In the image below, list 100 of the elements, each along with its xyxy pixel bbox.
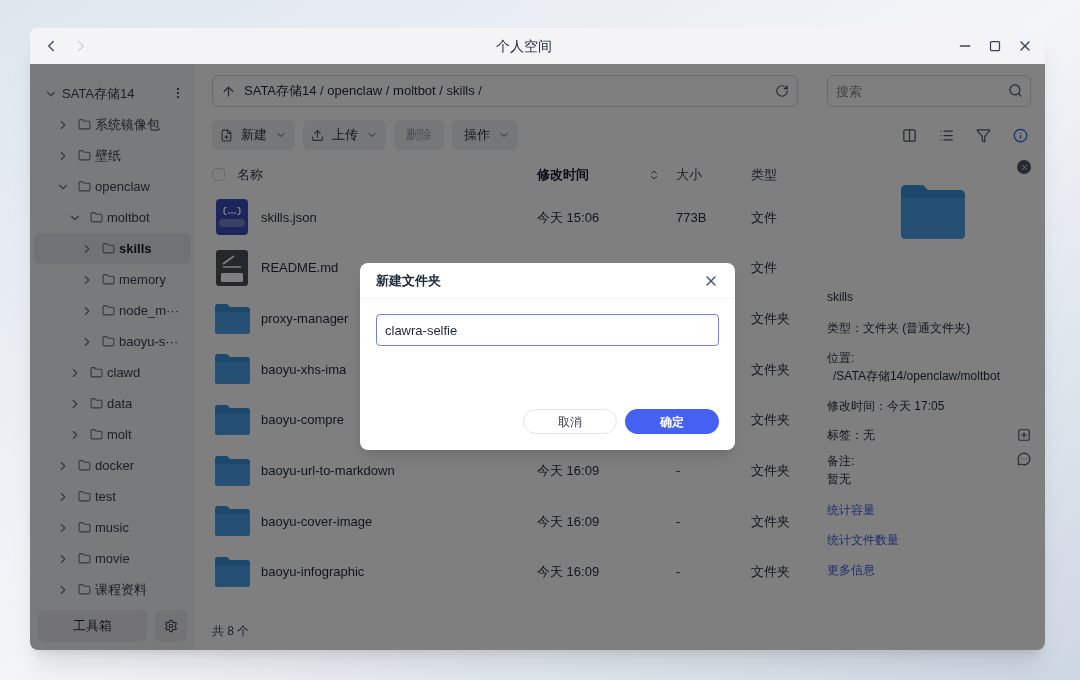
- folder-icon: [213, 505, 251, 538]
- info-label: 备注:: [827, 453, 855, 470]
- folder-icon: [78, 118, 91, 131]
- close-panel-icon[interactable]: [1017, 160, 1031, 174]
- file-size: -: [676, 462, 682, 481]
- tree-item[interactable]: skills: [34, 233, 191, 264]
- toolbar-button[interactable]: 上传: [303, 120, 386, 150]
- folder-icon: [899, 184, 967, 240]
- file-type: 文件夹: [751, 462, 790, 481]
- file-size: 773B: [676, 208, 708, 227]
- column-header[interactable]: 名称: [237, 164, 263, 185]
- file-type: 文件夹: [751, 309, 790, 328]
- column-header[interactable]: 类型: [751, 164, 777, 185]
- folder-name-input[interactable]: clawra-selfie: [376, 314, 719, 346]
- folder-icon: [102, 335, 115, 348]
- folder-icon: [213, 353, 251, 386]
- folder-icon: [102, 242, 115, 255]
- tree-item[interactable]: data: [34, 388, 191, 419]
- folder-icon: [78, 459, 91, 472]
- folder-icon: [90, 211, 103, 224]
- folder-icon: [213, 404, 251, 437]
- file-name[interactable]: proxy-manager: [261, 308, 349, 329]
- folder-icon: [90, 428, 103, 441]
- gear-icon: [164, 619, 178, 633]
- comment-icon[interactable]: [1017, 452, 1031, 466]
- tree-item[interactable]: SATA存储14: [34, 78, 191, 109]
- folder-icon: [102, 304, 115, 317]
- tree-item[interactable]: music: [34, 512, 191, 543]
- modified-time: 今天 16:09: [537, 462, 601, 481]
- maximize-icon[interactable]: [989, 40, 1001, 52]
- toolbox-button[interactable]: 工具箱: [38, 610, 147, 642]
- tree-item[interactable]: molt: [34, 419, 191, 450]
- tree-item[interactable]: memory: [34, 264, 191, 295]
- list-view-icon[interactable]: [939, 127, 954, 143]
- folder-icon: [78, 180, 91, 193]
- path-bar[interactable]: SATA存储14 / openclaw / moltbot / skills /: [212, 75, 798, 107]
- dialog-title: 新建文件夹: [376, 271, 441, 290]
- folder-icon: [213, 556, 251, 589]
- tree-item[interactable]: node_m···: [34, 295, 191, 326]
- file-type: 文件夹: [751, 563, 790, 582]
- add-tag-icon[interactable]: [1017, 428, 1031, 442]
- folder-icon: [90, 366, 103, 379]
- file-size: -: [676, 512, 682, 531]
- info-label: 位置:: [827, 350, 856, 367]
- sort-icon: [648, 168, 660, 181]
- info-location: /SATA存储14/openclaw/moltbot: [832, 368, 1001, 385]
- refresh-icon[interactable]: [775, 84, 789, 98]
- folder-icon: [78, 552, 91, 565]
- tree-item[interactable]: baoyu-s···: [34, 326, 191, 357]
- tree-item[interactable]: test: [34, 481, 191, 512]
- file-type: 文件夹: [751, 411, 790, 430]
- modified-time: 今天 16:09: [537, 563, 601, 582]
- file-name[interactable]: baoyu-cover-image: [261, 511, 373, 532]
- info-link[interactable]: 统计容量: [827, 501, 1031, 519]
- path-text: SATA存储14 / openclaw / moltbot / skills /: [244, 82, 482, 101]
- folder-icon: [78, 583, 91, 596]
- search-field[interactable]: 搜索: [827, 75, 1031, 107]
- folder-icon: [213, 454, 251, 487]
- folder-icon: [102, 273, 115, 286]
- file-type: 文件夹: [751, 360, 790, 379]
- folder-icon: [78, 149, 91, 162]
- file-name[interactable]: baoyu-xhs-ima: [261, 359, 347, 380]
- tree-item[interactable]: 系统镜像包: [34, 109, 191, 140]
- new-file-icon: [220, 128, 233, 142]
- modified-time: 今天 15:06: [537, 208, 601, 227]
- toolbar-button[interactable]: 新建: [212, 120, 295, 150]
- file-name[interactable]: README.md: [261, 258, 339, 278]
- settings-button[interactable]: [155, 610, 187, 642]
- info-icon[interactable]: [1013, 127, 1028, 143]
- modified-time: 今天 16:09: [537, 512, 601, 531]
- toolbar-button[interactable]: 操作: [452, 120, 518, 150]
- file-type: 文件: [751, 259, 777, 278]
- tree-item[interactable]: 壁纸: [34, 140, 191, 171]
- column-header[interactable]: 大小: [676, 164, 751, 185]
- tree-item[interactable]: 课程资料: [34, 574, 191, 605]
- file-name[interactable]: skills.json: [261, 207, 317, 228]
- markdown-file-icon: [216, 250, 248, 287]
- file-name[interactable]: baoyu-infographic: [261, 562, 365, 582]
- file-size: -: [676, 563, 682, 582]
- confirm-button[interactable]: 确定: [625, 409, 719, 434]
- tree-item[interactable]: movie: [34, 543, 191, 574]
- tree-item[interactable]: docker: [34, 450, 191, 481]
- tree-item[interactable]: openclaw: [34, 171, 191, 202]
- file-name[interactable]: baoyu-url-to-markdown: [261, 461, 395, 481]
- folder-icon: [78, 521, 91, 534]
- file-type: 文件夹: [751, 512, 790, 531]
- tree-item[interactable]: clawd: [34, 357, 191, 388]
- upload-icon: [311, 128, 324, 142]
- tree-item[interactable]: moltbot: [34, 202, 191, 233]
- info-link[interactable]: 更多信息: [827, 561, 1031, 579]
- search-icon[interactable]: [1008, 83, 1023, 98]
- column-header[interactable]: 修改时间: [537, 164, 589, 185]
- filter-icon[interactable]: [976, 127, 991, 143]
- columns-icon[interactable]: [902, 127, 917, 143]
- info-link[interactable]: 统计文件数量: [827, 531, 1031, 549]
- json-file-icon: [216, 199, 248, 236]
- info-tags: 标签：无: [827, 426, 875, 444]
- up-icon[interactable]: [221, 83, 236, 99]
- window-title: 个人空间: [495, 36, 552, 56]
- file-name[interactable]: baoyu-compre: [261, 410, 345, 430]
